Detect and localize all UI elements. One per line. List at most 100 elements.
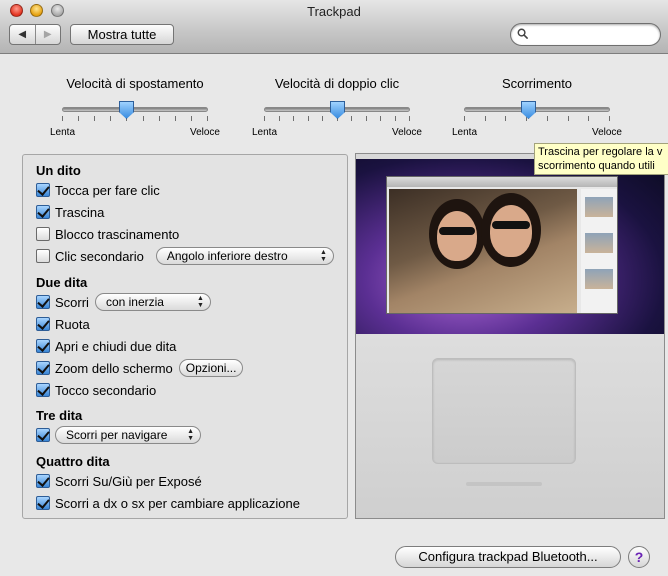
preview-photo [389,189,577,313]
tap-to-click-row[interactable]: Tocca per fare clic [36,181,160,199]
drag-row[interactable]: Trascina [36,203,104,221]
slider-tick [159,116,160,121]
window-title: Trackpad [307,4,361,19]
tracking-speed-min-label: Lenta [50,127,76,138]
expose-row[interactable]: Scorri Su/Giù per Exposé [36,472,202,490]
preview-trackpad-button [466,482,542,486]
setup-bluetooth-trackpad-button[interactable]: Configura trackpad Bluetooth... [395,546,621,568]
slider-tick [588,116,589,121]
pinch-checkbox[interactable] [36,339,50,353]
slider-tick [143,116,144,121]
expose-label: Scorri Su/Giù per Exposé [55,473,202,489]
tooltip-line-2: scorrimento quando utili [538,160,655,172]
tracking-speed-max-label: Veloce [189,127,220,138]
person-face-right [490,205,532,257]
scrolling-speed-max-label: Veloce [591,127,622,138]
rotate-row[interactable]: Ruota [36,315,90,333]
gesture-preview-video [355,153,665,519]
slider-tick [78,116,79,121]
slider-tick [568,116,569,121]
slider-tooltip: Trascina per regolare la v scorrimento q… [534,143,668,175]
thumbnail-image [585,233,613,253]
slider-tick [308,116,309,121]
slider-tick [464,116,465,121]
secondary-click-popup[interactable]: Angolo inferiore destro ▲ ▼ [155,247,334,265]
three-finger-swipe-checkbox[interactable] [36,428,50,442]
tap-to-click-checkbox[interactable] [36,183,50,197]
three-fingers-heading: Tre dita [36,408,83,423]
slider-tick [293,116,294,121]
preview-window-chrome [387,177,617,187]
slider-tick [62,116,63,121]
switch-app-label: Scorri a dx o sx per cambiare applicazio… [55,495,300,511]
scroll-inertia-popup[interactable]: con inerzia ▲ ▼ [94,293,211,311]
drag-checkbox[interactable] [36,205,50,219]
drag-lock-checkbox[interactable] [36,227,50,241]
slider-tick [380,116,381,121]
slider-tick [264,116,265,121]
secondary-tap-row[interactable]: Tocco secondario [36,381,156,399]
slider-tick [395,116,396,121]
drag-lock-row[interactable]: Blocco trascinamento [36,225,179,243]
thumbnail-image [585,197,613,217]
double-click-speed-label: Velocità di doppio clic [274,76,400,91]
secondary-click-popup-value: Angolo inferiore destro [166,249,288,263]
back-forward-control: ◀ ▶ [9,24,61,45]
pinch-row[interactable]: Apri e chiudi due dita [36,337,176,355]
slider-tick [351,116,352,121]
three-finger-swipe-row[interactable]: Scorri per navigare ▲ ▼ [36,426,201,444]
search-field[interactable] [510,23,661,46]
double-click-speed-slider-group: Velocità di doppio clic Lenta Veloce [252,74,422,144]
secondary-tap-checkbox[interactable] [36,383,50,397]
slider-tick [322,116,323,121]
popup-arrows-icon: ▲ ▼ [197,295,204,309]
three-finger-swipe-popup-value: Scorri per navigare [66,428,168,442]
popup-arrows-icon: ▲ ▼ [319,249,327,263]
double-click-speed-max-label: Veloce [391,127,422,138]
scroll-checkbox[interactable] [36,295,50,309]
window-toolbar: Trackpad ◀ ▶ Mostra tutte [0,0,668,54]
drag-label: Trascina [55,204,105,220]
secondary-click-checkbox[interactable] [36,249,50,263]
search-icon [517,28,528,39]
expose-checkbox[interactable] [36,474,50,488]
screen-zoom-checkbox[interactable] [36,361,50,375]
back-button[interactable]: ◀ [10,25,36,44]
zoom-options-button[interactable]: Opzioni... [178,359,244,377]
scrolling-speed-track[interactable] [464,107,610,112]
scrolling-speed-slider-group: Scorrimento Lenta Veloce [452,74,622,144]
secondary-click-row[interactable]: Clic secondario Angolo inferiore destro … [36,247,334,265]
secondary-tap-label: Tocco secondario [55,382,157,398]
three-finger-swipe-popup[interactable]: Scorri per navigare ▲ ▼ [55,426,201,444]
tracking-speed-track[interactable] [62,107,208,112]
tap-to-click-label: Tocca per fare clic [55,182,160,198]
thumbnail-image [585,269,613,289]
help-button[interactable]: ? [628,546,650,568]
preview-trackpad-surface [432,358,576,464]
preview-laptop-screen [356,154,664,334]
tooltip-line-1: Trascina per regolare la v [538,146,663,158]
pinch-label: Apri e chiudi due dita [55,338,177,354]
rotate-checkbox[interactable] [36,317,50,331]
scroll-row[interactable]: Scorri con inerzia ▲ ▼ [36,293,211,311]
show-all-button[interactable]: Mostra tutte [70,24,174,45]
tracking-speed-label: Velocità di spostamento [66,76,204,91]
tracking-speed-ticks [62,116,208,122]
back-arrow-icon: ◀ [18,29,27,40]
screen-zoom-label: Zoom dello schermo [55,360,173,376]
preview-photo-app-window [386,176,618,314]
slider-tick [279,116,280,121]
switch-app-row[interactable]: Scorri a dx o sx per cambiare applicazio… [36,494,300,512]
forward-button[interactable]: ▶ [36,25,61,44]
slider-tick [207,116,208,121]
gesture-options-panel: Un dito Tocca per fare clic Trascina Blo… [22,154,348,519]
screen-zoom-row[interactable]: Zoom dello schermo Opzioni... [36,359,244,377]
preview-thumbnail-strip [581,189,617,313]
slider-tick [609,116,610,121]
forward-arrow-icon: ▶ [43,29,52,40]
popup-arrows-icon: ▲ ▼ [187,428,194,442]
sunglasses-icon [492,221,530,229]
scrolling-speed-min-label: Lenta [452,127,478,138]
switch-app-checkbox[interactable] [36,496,50,510]
secondary-click-label: Clic secondario [55,248,144,264]
